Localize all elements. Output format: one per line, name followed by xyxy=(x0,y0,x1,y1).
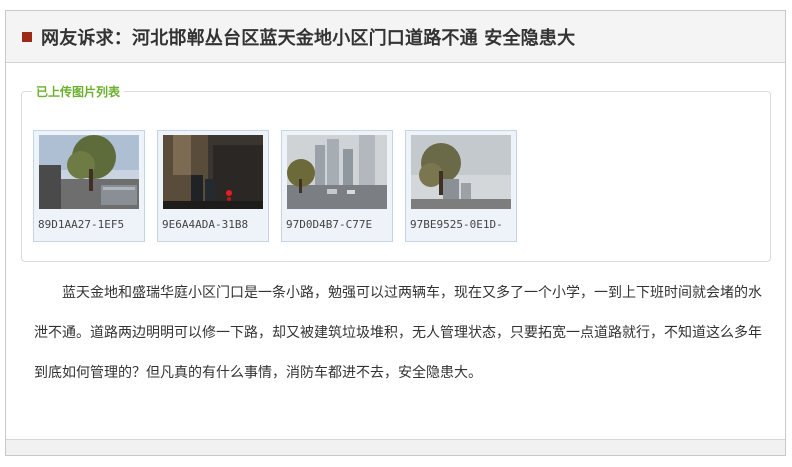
image-preview-1 xyxy=(39,135,139,209)
image-caption-4: 97BE9525-0E1D- xyxy=(410,218,503,231)
complaint-body-text: 蓝天金地和盛瑞华庭小区门口是一条小路，勉强可以过两辆车，现在又多了一个小学，一到… xyxy=(34,285,762,381)
title-marker-icon xyxy=(22,32,32,42)
panel-footer xyxy=(6,439,785,455)
uploaded-images-section: 已上传图片列表 89D1AA27-1EF5 9E6A4ADA-31B8 97D0… xyxy=(21,83,771,262)
panel-header: 网友诉求：河北邯郸丛台区蓝天金地小区门口道路不通 安全隐患大 xyxy=(6,11,785,63)
image-caption-2: 9E6A4ADA-31B8 xyxy=(162,218,249,231)
image-caption-3: 97D0D4B7-C77E xyxy=(286,218,373,231)
image-preview-4 xyxy=(411,135,511,209)
complaint-panel: 网友诉求：河北邯郸丛台区蓝天金地小区门口道路不通 安全隐患大 已上传图片列表 8… xyxy=(5,10,786,456)
image-preview-3 xyxy=(287,135,387,209)
uploaded-images-legend: 已上传图片列表 xyxy=(32,83,125,100)
image-caption-1: 89D1AA27-1EF5 xyxy=(38,218,125,231)
image-thumbnail-3[interactable]: 97D0D4B7-C77E xyxy=(281,130,393,242)
page-title: 网友诉求：河北邯郸丛台区蓝天金地小区门口道路不通 安全隐患大 xyxy=(41,28,576,49)
image-thumbnail-1[interactable]: 89D1AA27-1EF5 xyxy=(33,130,145,242)
image-preview-2 xyxy=(163,135,263,209)
image-thumbnail-4[interactable]: 97BE9525-0E1D- xyxy=(405,130,517,242)
image-thumbnail-2[interactable]: 9E6A4ADA-31B8 xyxy=(157,130,269,242)
